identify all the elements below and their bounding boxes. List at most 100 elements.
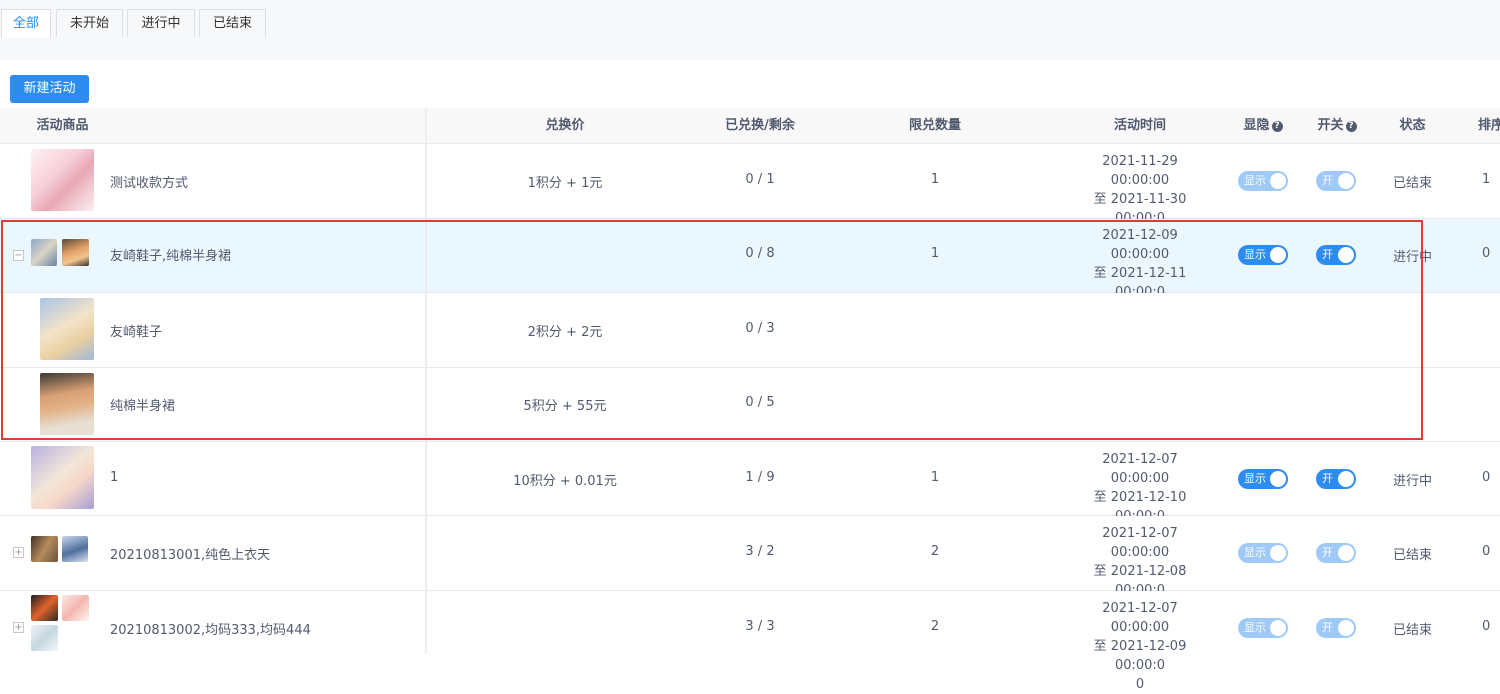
col-sort: 排序 — [1478, 118, 1500, 133]
limit-cell: 2 — [930, 619, 940, 634]
time-start: 2021-12-09 00:00:00 — [1102, 228, 1178, 262]
col-limit: 限兑数量 — [908, 118, 961, 133]
product-name: 纯棉半身裙 — [110, 399, 176, 414]
activity-table: 活动商品 兑换价 已兑换/剩余 限兑数量 活动时间 显隐? 开关? 状态 排序 … — [0, 108, 1500, 692]
col-visible-label: 显隐 — [1243, 118, 1270, 133]
redeemed-cell: 0 / 5 — [745, 395, 775, 410]
switch-toggle[interactable]: 开 — [1316, 171, 1356, 191]
product-thumbnail — [31, 595, 58, 621]
toggle-label: 开 — [1322, 174, 1333, 187]
switch-toggle[interactable]: 开 — [1316, 469, 1356, 489]
time-end: 至 2021-12-09 00:00:0 — [1093, 639, 1187, 673]
toggle-label: 开 — [1322, 621, 1333, 634]
col-switch-label: 开关 — [1317, 118, 1344, 133]
status-cell: 进行中 — [1392, 474, 1432, 489]
col-visible: 显隐? — [1228, 108, 1298, 143]
price-cell: 2积分 + 2元 — [527, 325, 603, 340]
toggle-knob — [1270, 247, 1286, 263]
fixed-column-divider — [425, 108, 427, 654]
redeemed-cell: 3 / 3 — [745, 619, 775, 634]
product-name: 1 — [110, 470, 119, 485]
toggle-knob — [1270, 173, 1286, 189]
new-activity-button[interactable]: 新建活动 — [10, 75, 89, 103]
toggle-knob — [1338, 173, 1354, 189]
time-end-wrap: 0 — [1135, 677, 1145, 692]
tab-in-progress[interactable]: 进行中 — [127, 9, 195, 37]
price-cell: 1积分 + 1元 — [527, 176, 603, 191]
time-start: 2021-11-29 00:00:00 — [1102, 154, 1178, 188]
limit-cell: 1 — [930, 172, 940, 187]
limit-cell: 1 — [930, 470, 940, 485]
status-cell: 进行中 — [1392, 250, 1432, 265]
visibility-toggle[interactable]: 显示 — [1238, 469, 1288, 489]
status-cell: 已结束 — [1392, 548, 1432, 563]
toggle-knob — [1270, 545, 1286, 561]
product-thumbnail — [31, 446, 94, 509]
product-thumbnail — [62, 239, 89, 266]
col-time: 活动时间 — [1113, 118, 1166, 133]
toggle-label: 显示 — [1244, 248, 1266, 261]
redeemed-cell: 0 / 8 — [745, 246, 775, 261]
toggle-knob — [1270, 471, 1286, 487]
table-row: + 20210813002,均码333,均码444 3 / 3 2 2021-1… — [0, 591, 1500, 692]
sort-cell: 0 — [1482, 544, 1491, 559]
product-thumbnail — [31, 625, 58, 651]
tab-all[interactable]: 全部 — [1, 9, 51, 39]
switch-toggle[interactable]: 开 — [1316, 245, 1356, 265]
toggle-label: 显示 — [1244, 174, 1266, 187]
limit-cell: 2 — [930, 544, 940, 559]
toggle-knob — [1338, 247, 1354, 263]
table-row: + 20210813001,纯色上衣天 3 / 2 2 2021-12-07 0… — [0, 516, 1500, 617]
product-name: 友崎鞋子 — [110, 325, 163, 340]
toggle-knob — [1338, 545, 1354, 561]
product-thumbnail — [40, 298, 94, 360]
table-header: 活动商品 兑换价 已兑换/剩余 限兑数量 活动时间 显隐? 开关? 状态 排序 — [0, 108, 1500, 144]
col-switch: 开关? — [1302, 108, 1372, 143]
table-row: 测试收款方式 1积分 + 1元 0 / 1 1 2021-11-29 00:00… — [0, 144, 1500, 245]
product-name: 测试收款方式 — [110, 176, 189, 191]
product-thumbnail — [31, 149, 94, 211]
redeemed-cell: 3 / 2 — [745, 544, 775, 559]
switch-toggle[interactable]: 开 — [1316, 543, 1356, 563]
collapse-icon[interactable]: − — [13, 250, 24, 261]
tab-ended[interactable]: 已结束 — [199, 9, 266, 37]
visibility-toggle[interactable]: 显示 — [1238, 543, 1288, 563]
toggle-knob — [1338, 471, 1354, 487]
tab-not-started[interactable]: 未开始 — [56, 9, 123, 37]
price-cell: 5积分 + 55元 — [523, 399, 607, 414]
table-row-child: 纯棉半身裙 5积分 + 55元 0 / 5 — [0, 368, 1500, 442]
status-cell: 已结束 — [1392, 176, 1432, 191]
redeemed-cell: 1 / 9 — [745, 470, 775, 485]
product-name: 友崎鞋子,纯棉半身裙 — [110, 249, 232, 264]
toggle-label: 显示 — [1244, 546, 1266, 559]
product-name: 20210813002,均码333,均码444 — [110, 623, 311, 638]
status-tabs: 全部 未开始 进行中 已结束 — [0, 0, 1500, 39]
expand-icon[interactable]: + — [13, 547, 24, 558]
switch-toggle[interactable]: 开 — [1316, 618, 1356, 638]
help-icon[interactable]: ? — [1271, 121, 1283, 132]
product-thumbnail — [40, 373, 94, 435]
sort-cell: 0 — [1482, 246, 1491, 261]
sort-cell: 0 — [1482, 470, 1491, 485]
product-thumbnail — [62, 536, 88, 562]
col-price: 兑换价 — [545, 118, 585, 133]
status-cell: 已结束 — [1392, 623, 1432, 638]
product-thumbnail — [31, 536, 58, 562]
product-name: 20210813001,纯色上衣天 — [110, 548, 271, 563]
visibility-toggle[interactable]: 显示 — [1238, 171, 1288, 191]
product-thumbnail — [31, 239, 57, 266]
visibility-toggle[interactable]: 显示 — [1238, 245, 1288, 265]
toggle-label: 开 — [1322, 248, 1333, 261]
toggle-label: 开 — [1322, 546, 1333, 559]
help-icon[interactable]: ? — [1345, 121, 1357, 132]
expand-icon[interactable]: + — [13, 622, 24, 633]
toggle-knob — [1338, 620, 1354, 636]
table-row: 1 10积分 + 0.01元 1 / 9 1 2021-12-07 00:00:… — [0, 442, 1500, 543]
visibility-toggle[interactable]: 显示 — [1238, 618, 1288, 638]
time-start: 2021-12-07 00:00:00 — [1102, 526, 1178, 560]
tab-area-background — [0, 38, 1500, 60]
time-start: 2021-12-07 00:00:00 — [1102, 452, 1178, 486]
product-thumbnail — [62, 595, 89, 621]
redeemed-cell: 0 / 1 — [745, 172, 775, 187]
col-status: 状态 — [1399, 118, 1426, 133]
